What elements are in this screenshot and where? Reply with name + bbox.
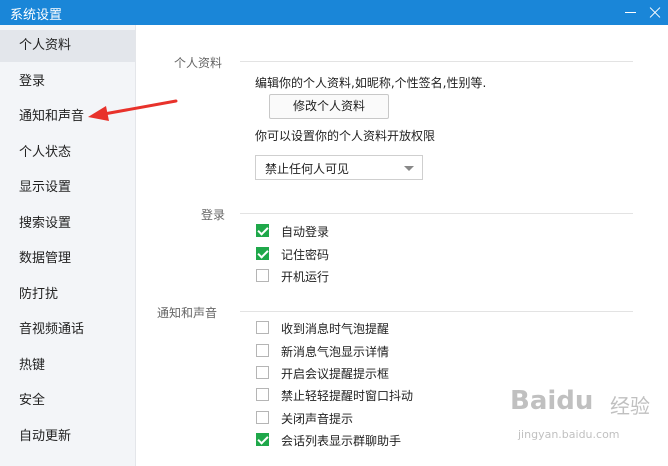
watermark-cn: 经验 [610,394,650,418]
watermark-brand: Baidu [510,386,594,416]
watermark-url: jingyan.baidu.com [518,428,620,441]
watermark: Baidu 经验 jingyan.baidu.com [510,380,660,460]
